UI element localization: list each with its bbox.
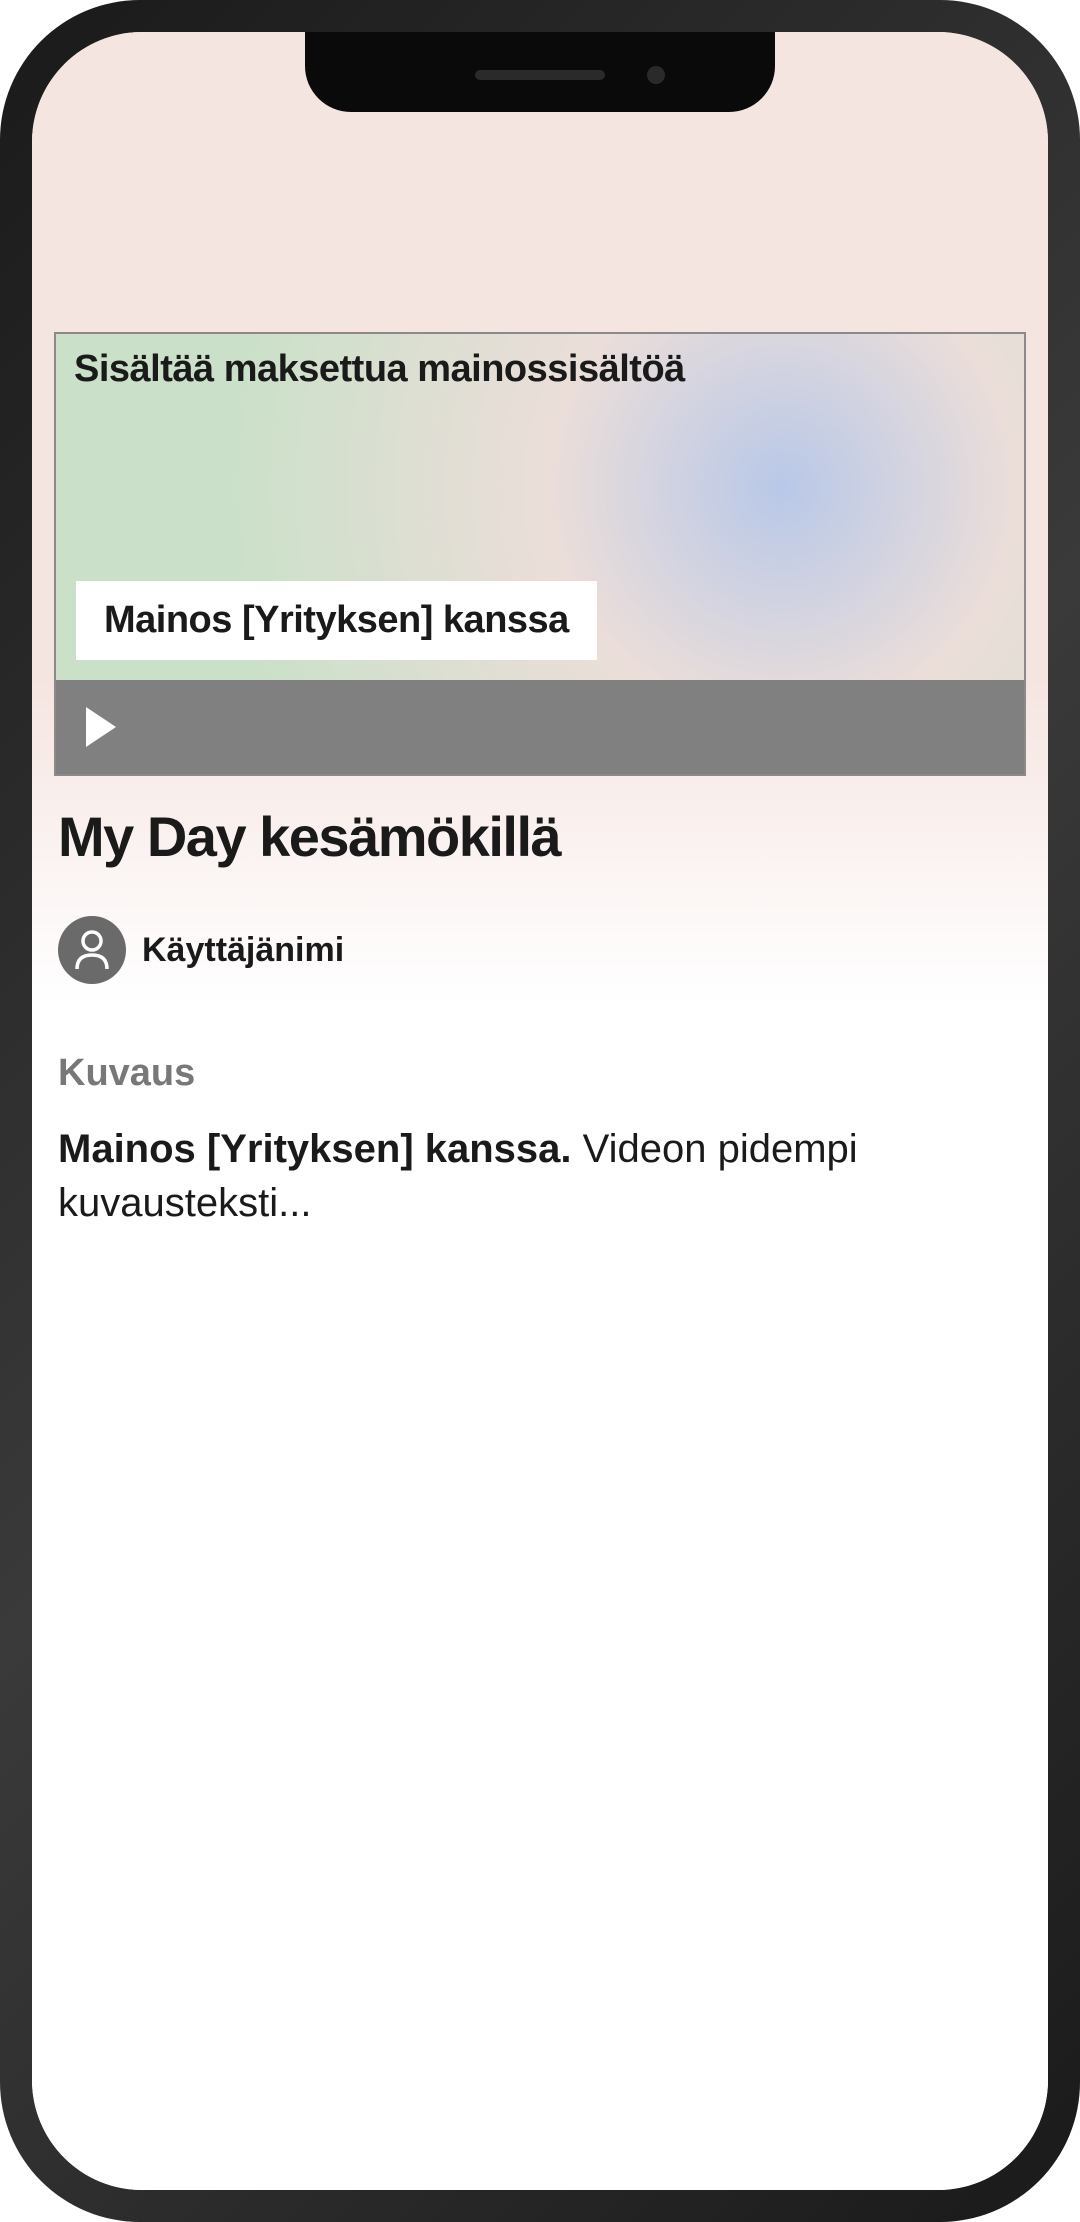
- phone-frame: Sisältää maksettua mainossisältöä Mainos…: [0, 0, 1080, 2222]
- phone-inner: Sisältää maksettua mainossisältöä Mainos…: [32, 32, 1048, 2190]
- video-controls-bar[interactable]: [56, 680, 1024, 774]
- person-icon: [73, 929, 111, 971]
- phone-notch: [305, 32, 775, 112]
- ad-label-text: Mainos [Yrityksen] kanssa: [104, 599, 569, 642]
- video-poster[interactable]: Sisältää maksettua mainossisältöä Mainos…: [56, 334, 1024, 680]
- paid-content-disclosure: Sisältää maksettua mainossisältöä: [74, 348, 685, 391]
- ad-label-box: Mainos [Yrityksen] kanssa: [76, 581, 597, 660]
- video-card[interactable]: Sisältää maksettua mainossisältöä Mainos…: [54, 332, 1026, 776]
- description-bold-prefix: Mainos [Yrityksen] kanssa.: [58, 1127, 572, 1171]
- play-icon[interactable]: [86, 707, 116, 747]
- avatar[interactable]: [58, 916, 126, 984]
- description-heading: Kuvaus: [58, 1052, 195, 1095]
- user-row[interactable]: Käyttäjänimi: [58, 916, 344, 984]
- video-title: My Day kesämökillä: [58, 804, 560, 869]
- app-screen: Sisältää maksettua mainossisältöä Mainos…: [32, 32, 1048, 2190]
- bottom-glow: [140, 1590, 940, 2190]
- content-area: Sisältää maksettua mainossisältöä Mainos…: [32, 32, 1048, 2190]
- description-text: Mainos [Yrityksen] kanssa. Videon pidemp…: [58, 1122, 1018, 1230]
- username-label[interactable]: Käyttäjänimi: [142, 931, 344, 970]
